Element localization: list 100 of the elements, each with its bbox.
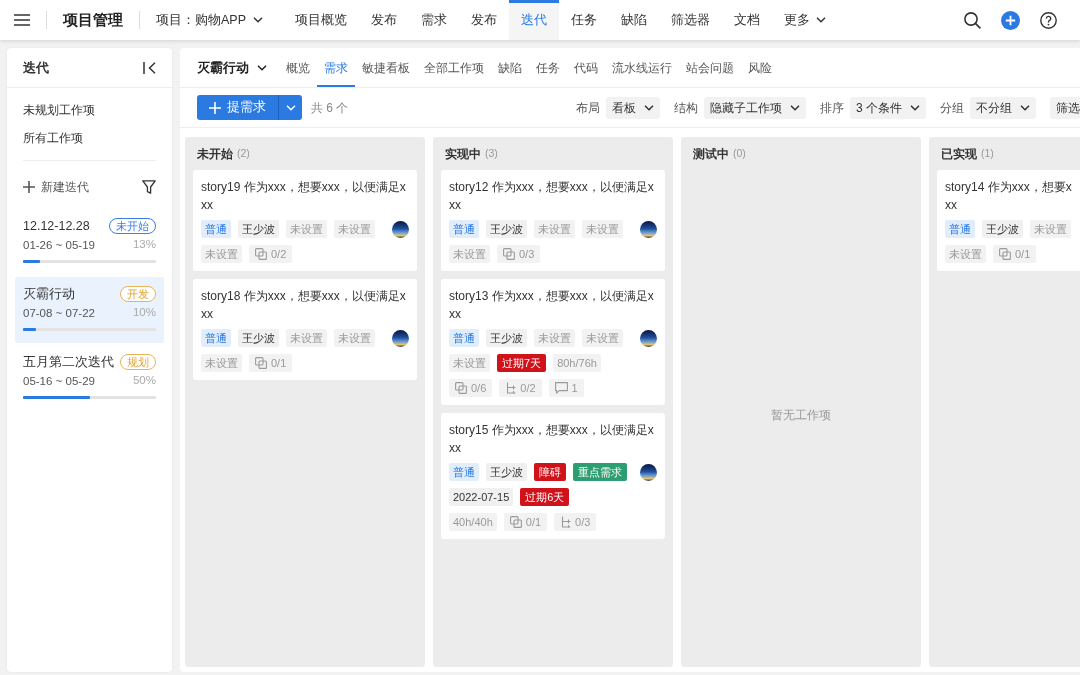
unset-field-tag: 未设置 — [582, 329, 623, 347]
priority-tag: 普通 — [449, 329, 479, 347]
due-date-tag: 2022-07-15 — [449, 488, 514, 506]
collapse-icon[interactable] — [143, 61, 156, 74]
add-icon[interactable] — [1001, 10, 1020, 30]
subitem-count: 0/6 — [471, 381, 487, 396]
option-label: 布局 — [576, 99, 600, 117]
option-select[interactable]: 不分组 — [970, 96, 1036, 119]
sidebar-link[interactable]: 所有工作项 — [7, 124, 172, 152]
unset-field-tag: 未设置 — [582, 220, 623, 238]
subitem-count: 0/1 — [271, 356, 287, 371]
unset-field-tag: 未设置 — [449, 354, 490, 372]
nav-tab[interactable]: 任务 — [559, 0, 609, 40]
story-card[interactable]: story18 作为xxx，想要xxx，以便满足xxx 普通 王少波 未设置 未设置 未设置 0/1 — [193, 279, 417, 380]
nav-tab[interactable]: 需求 — [409, 0, 459, 40]
plus-icon — [209, 101, 221, 114]
search-icon[interactable] — [964, 11, 981, 29]
story-card[interactable]: story19 作为xxx，想要xxx，以便满足xxx 普通 王少波 未设置 未设置 未设置 0/2 — [193, 170, 417, 271]
sub-tab[interactable]: 流水线运行 — [605, 48, 679, 87]
story-card[interactable]: story13 作为xxx，想要xxx，以便满足xxx 普通 王少波 未设置 未设置 未设置 过期7天 80h/76h 0/6 0/2 1 — [441, 279, 665, 405]
unset-field-tag: 未设置 — [945, 245, 986, 263]
story-title: story14 作为xxx，想要xxx — [945, 179, 1073, 214]
iteration-dates: 07-08 ~ 07-22 — [23, 306, 95, 321]
nav-tab[interactable]: 发布 — [459, 0, 509, 40]
sub-tab[interactable]: 风险 — [741, 48, 779, 87]
sub-tab[interactable]: 缺陷 — [491, 48, 529, 87]
filter-icon[interactable] — [142, 180, 156, 194]
assignee-tag: 王少波 — [982, 220, 1023, 238]
story-card[interactable]: story14 作为xxx，想要xxx 普通 王少波 未设置 未设置 0/1 — [937, 170, 1080, 271]
sub-tab[interactable]: 全部工作项 — [417, 48, 491, 87]
assignee-tag: 王少波 — [238, 220, 279, 238]
sidebar-link[interactable]: 未规划工作项 — [7, 96, 172, 124]
story-title: story19 作为xxx，想要xxx，以便满足xxx — [201, 179, 407, 214]
nav-tab[interactable]: 项目概览 — [283, 0, 359, 40]
sub-tab[interactable]: 需求 — [317, 48, 355, 87]
sub-tab[interactable]: 站会问题 — [679, 48, 741, 87]
sub-tab[interactable]: 概览 — [279, 48, 317, 87]
priority-tag: 普通 — [201, 329, 231, 347]
option-label: 分组 — [940, 99, 964, 117]
project-selector[interactable]: 项目：购物APP — [156, 10, 263, 30]
subtask-count: 0/3 — [575, 515, 591, 530]
column-count: (3) — [485, 145, 498, 161]
iteration-item[interactable]: 12.12-12.28 未开始 01-26 ~ 05-19 13% — [15, 209, 164, 275]
option-select[interactable]: 隐藏子工作项 — [704, 96, 806, 119]
iteration-item[interactable]: 五月第二次迭代 规划 05-16 ~ 05-29 50% — [15, 345, 164, 411]
iteration-dates: 05-16 ~ 05-29 — [23, 374, 95, 389]
sidebar-title: 迭代 — [23, 58, 49, 77]
priority-tag: 普通 — [449, 463, 479, 481]
column-title: 已实现 — [941, 145, 977, 163]
subitem-count: 0/2 — [271, 247, 287, 262]
assignee-tag: 王少波 — [238, 329, 279, 347]
iteration-name: 灭霸行动 — [23, 286, 75, 303]
label-tag: 重点需求 — [573, 463, 627, 481]
subitem-count: 0/3 — [519, 247, 535, 262]
story-card[interactable]: story15 作为xxx，想要xxx，以便满足xxx 普通 王少波 障碍 重点需求 2022-07-15 过期6天 40h/40h 0/1 0/3 — [441, 413, 665, 539]
copy-icon — [999, 248, 1011, 260]
priority-tag: 普通 — [449, 220, 479, 238]
comment-count: 1 — [571, 381, 578, 396]
warning-tag: 过期6天 — [520, 488, 570, 506]
sub-tab[interactable]: 任务 — [529, 48, 567, 87]
chevron-down-icon — [285, 104, 296, 111]
unset-field-tag: 未设置 — [334, 220, 375, 238]
new-iteration-button[interactable]: 新建迭代 — [23, 178, 89, 196]
nav-tab[interactable]: 迭代 — [509, 0, 559, 40]
option-label: 结构 — [674, 99, 698, 117]
option-select[interactable]: 筛选 — [1050, 96, 1080, 119]
status-tag: 开发 — [120, 286, 156, 302]
sub-tab[interactable]: 敏捷看板 — [355, 48, 417, 87]
column-title: 测试中 — [693, 145, 729, 163]
story-title: story12 作为xxx，想要xxx，以便满足xxx — [449, 179, 655, 214]
nav-tab[interactable]: 缺陷 — [609, 0, 659, 40]
column-count: (2) — [237, 145, 250, 161]
dropdown-toggle-button[interactable] — [278, 95, 302, 120]
sub-tab[interactable]: 代码 — [567, 48, 605, 87]
progress-percent: 50% — [132, 373, 156, 389]
help-icon[interactable] — [1040, 11, 1057, 29]
unset-field-tag: 未设置 — [1030, 220, 1071, 238]
menu-icon[interactable] — [14, 14, 30, 26]
iteration-dates: 01-26 ~ 05-19 — [23, 238, 95, 253]
nav-tab[interactable]: 筛选器 — [659, 0, 722, 40]
unset-field-tag: 未设置 — [449, 245, 490, 263]
empty-state-text: 暂无工作项 — [771, 406, 831, 424]
iteration-item[interactable]: 灭霸行动 开发 07-08 ~ 07-22 10% — [15, 277, 164, 343]
copy-icon — [509, 516, 522, 528]
iteration-name: 12.12-12.28 — [23, 218, 90, 235]
warning-tag: 障碍 — [534, 463, 566, 481]
unset-field-tag: 未设置 — [334, 329, 375, 347]
subtask-count: 0/2 — [520, 381, 536, 396]
nav-tab[interactable]: 发布 — [359, 0, 409, 40]
nav-tab[interactable]: 文档 — [722, 0, 772, 40]
option-select[interactable]: 3 个条件 — [850, 96, 926, 119]
column-count: (0) — [733, 145, 746, 161]
assignee-tag: 王少波 — [486, 463, 527, 481]
story-card[interactable]: story12 作为xxx，想要xxx，以便满足xxx 普通 王少波 未设置 未设置 未设置 0/3 — [441, 170, 665, 271]
copy-icon — [255, 248, 267, 260]
progress-percent: 10% — [132, 305, 156, 321]
create-requirement-button[interactable]: 提需求 — [197, 95, 278, 120]
nav-tab[interactable]: 更多 — [772, 0, 838, 40]
iteration-selector[interactable]: 灭霸行动 — [197, 48, 267, 87]
option-select[interactable]: 看板 — [606, 96, 660, 119]
